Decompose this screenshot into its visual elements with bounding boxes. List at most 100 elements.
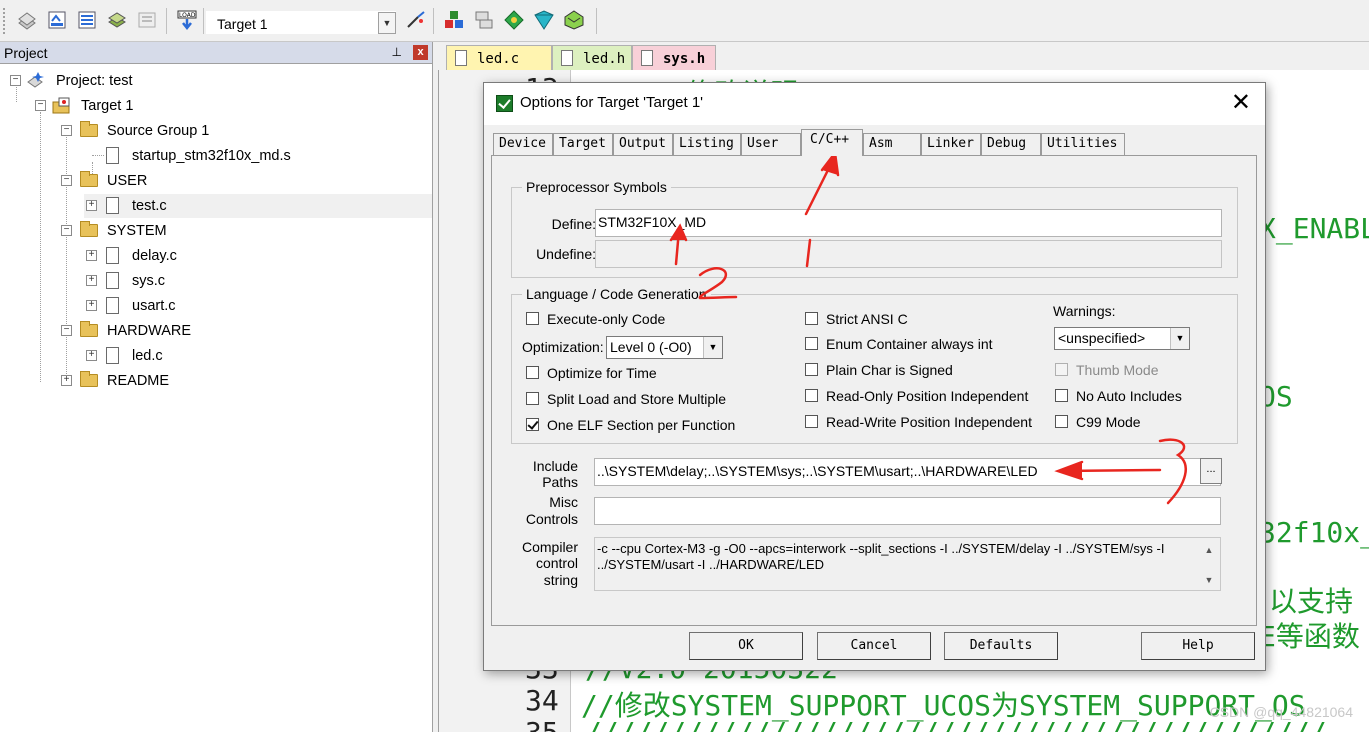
no-auto-includes-checkbox[interactable] xyxy=(1055,389,1068,402)
scroll-down-icon[interactable]: ▼ xyxy=(1201,572,1217,586)
thumb-mode-checkbox[interactable] xyxy=(1055,363,1068,376)
compiler-control-label: control xyxy=(535,555,578,571)
tree-item-target[interactable]: − Target 1 xyxy=(33,94,333,118)
tree-item-system[interactable]: − SYSTEM xyxy=(59,219,359,243)
chevron-down-icon[interactable]: ▼ xyxy=(378,12,396,34)
code-line: 32f10x_ xyxy=(1259,516,1369,549)
toolbar-grip[interactable] xyxy=(3,8,7,34)
c99-mode-checkbox[interactable] xyxy=(1055,415,1068,428)
ok-button[interactable]: OK xyxy=(689,632,803,660)
batch-build-icon[interactable] xyxy=(106,9,128,31)
tree-item-sys-c[interactable]: + sys.c xyxy=(84,269,384,293)
collapse-icon[interactable]: − xyxy=(10,75,21,86)
line-number: 34 xyxy=(525,684,559,717)
project-panel-header: Project ⊥ x xyxy=(0,42,432,64)
collapse-icon[interactable]: − xyxy=(61,225,72,236)
download-icon[interactable]: LOAD xyxy=(176,9,198,31)
cancel-button[interactable]: Cancel xyxy=(817,632,931,660)
enum-container-label: Enum Container always int xyxy=(826,336,993,352)
collapse-icon[interactable]: − xyxy=(61,325,72,336)
tree-item-user[interactable]: − USER xyxy=(59,169,359,193)
tab-user[interactable]: User xyxy=(741,133,801,155)
file-extensions-icon[interactable] xyxy=(473,9,495,31)
folder-icon xyxy=(80,121,98,137)
target-options-icon[interactable] xyxy=(405,9,427,31)
split-load-checkbox[interactable] xyxy=(526,392,539,405)
expand-icon[interactable]: + xyxy=(86,200,97,211)
expand-icon[interactable]: + xyxy=(86,250,97,261)
rw-position-independent-checkbox[interactable] xyxy=(805,415,818,428)
expand-icon[interactable]: + xyxy=(86,300,97,311)
enum-container-checkbox[interactable] xyxy=(805,337,818,350)
strict-ansi-checkbox[interactable] xyxy=(805,312,818,325)
expand-icon[interactable]: + xyxy=(86,350,97,361)
include-paths-input[interactable]: ..\SYSTEM\delay;..\SYSTEM\sys;..\SYSTEM\… xyxy=(594,458,1221,486)
plain-char-checkbox[interactable] xyxy=(805,363,818,376)
pack-installer-icon[interactable] xyxy=(533,9,555,31)
tree-item-usart-c[interactable]: + usart.c xyxy=(84,294,384,318)
tree-item-source-group-1[interactable]: − Source Group 1 xyxy=(59,119,359,143)
tree-item-startup-file[interactable]: startup_stm32f10x_md.s xyxy=(84,144,384,168)
tree-item-led-c[interactable]: + led.c xyxy=(84,344,384,368)
stop-build-icon[interactable] xyxy=(136,9,158,31)
expand-icon[interactable]: + xyxy=(61,375,72,386)
tab-debug[interactable]: Debug xyxy=(981,133,1041,155)
watermark: CSDN @qq_44821064 xyxy=(1209,704,1353,720)
editor-tab-sys-h[interactable]: sys.h xyxy=(632,45,716,71)
optimization-select[interactable]: Level 0 (-O0) ▼ xyxy=(606,336,723,359)
defaults-button[interactable]: Defaults xyxy=(944,632,1058,660)
execute-only-checkbox[interactable] xyxy=(526,312,539,325)
tab-output[interactable]: Output xyxy=(613,133,673,155)
tab-listing[interactable]: Listing xyxy=(673,133,741,155)
tab-utilities[interactable]: Utilities xyxy=(1041,133,1125,155)
thumb-mode-label: Thumb Mode xyxy=(1076,362,1159,378)
select-packs-icon[interactable] xyxy=(503,9,525,31)
code-line: X_ENABL xyxy=(1259,212,1369,245)
help-button[interactable]: Help xyxy=(1141,632,1255,660)
collapse-icon[interactable]: − xyxy=(61,175,72,186)
tab-linker[interactable]: Linker xyxy=(921,133,981,155)
tab-device[interactable]: Device xyxy=(493,133,553,155)
tree-item-project[interactable]: − Project: test xyxy=(8,69,308,93)
collapse-icon[interactable]: − xyxy=(61,125,72,136)
project-panel-title: Project xyxy=(4,45,48,61)
optimize-time-checkbox[interactable] xyxy=(526,366,539,379)
dialog-titlebar[interactable]: Options for Target 'Target 1' ✕ xyxy=(484,83,1265,125)
scroll-up-icon[interactable]: ▲ xyxy=(1201,542,1217,556)
build-icon[interactable] xyxy=(46,9,68,31)
tree-item-test-c[interactable]: + test.c xyxy=(84,194,432,218)
undefine-input[interactable] xyxy=(595,240,1222,268)
warnings-select[interactable]: <unspecified> ▼ xyxy=(1054,327,1190,350)
translate-icon[interactable] xyxy=(16,9,38,31)
tab-target[interactable]: Target xyxy=(553,133,613,155)
editor-tab-led-h[interactable]: led.h xyxy=(552,45,632,71)
include-paths-browse-button[interactable]: ... xyxy=(1200,458,1222,484)
tree-item-label: SYSTEM xyxy=(107,223,167,239)
tab-c-cpp[interactable]: C/C++ xyxy=(801,129,863,156)
compiler-control-string[interactable]: -c --cpu Cortex-M3 -g -O0 --apcs=interwo… xyxy=(594,537,1221,591)
tree-item-label: delay.c xyxy=(132,248,177,264)
ro-position-independent-checkbox[interactable] xyxy=(805,389,818,402)
tree-item-hardware[interactable]: − HARDWARE xyxy=(59,319,359,343)
editor-tab-label: led.c xyxy=(477,51,520,67)
group-title: Language / Code Generation xyxy=(522,286,711,302)
collapse-icon[interactable]: − xyxy=(35,100,46,111)
manage-components-icon[interactable] xyxy=(443,9,465,31)
editor-tab-led-c[interactable]: led.c xyxy=(446,45,552,71)
expand-icon[interactable]: + xyxy=(86,275,97,286)
define-input[interactable]: STM32F10X_MD xyxy=(595,209,1222,237)
close-icon[interactable]: ✕ xyxy=(1231,89,1251,117)
include-paths-label: Paths xyxy=(542,474,578,490)
file-icon xyxy=(106,147,119,164)
rte-icon[interactable] xyxy=(563,9,585,31)
tree-item-readme[interactable]: + README xyxy=(59,369,359,393)
tree-item-delay-c[interactable]: + delay.c xyxy=(84,244,384,268)
pin-icon[interactable]: ⊥ xyxy=(392,45,402,59)
tab-asm[interactable]: Asm xyxy=(863,133,921,155)
one-elf-checkbox[interactable] xyxy=(526,418,539,431)
target-select[interactable]: Target 1 ▼ xyxy=(206,11,396,34)
rebuild-icon[interactable] xyxy=(76,9,98,31)
close-icon[interactable]: x xyxy=(413,45,428,60)
compiler-control-label: string xyxy=(543,572,578,588)
misc-controls-input[interactable] xyxy=(594,497,1221,525)
